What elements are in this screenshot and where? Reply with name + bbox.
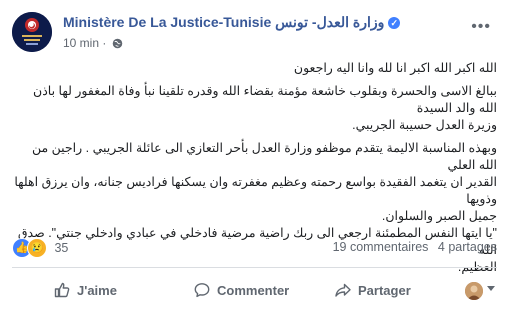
actions-divider bbox=[12, 267, 497, 268]
post-line: وبهذه المناسبة الاليمة يتقدم موظفو وزارة… bbox=[31, 141, 497, 172]
like-label: J'aime bbox=[77, 282, 117, 298]
reaction-as-avatar[interactable] bbox=[465, 282, 483, 300]
sad-reaction-icon: 😢 bbox=[27, 238, 47, 258]
reactions-count: 35 bbox=[54, 241, 69, 255]
post-line: وزيرة العدل حسيبة الجريبي. bbox=[352, 118, 497, 132]
comments-count-link[interactable]: 19 commentaires bbox=[333, 240, 429, 254]
comment-label: Commenter bbox=[217, 282, 290, 298]
more-options-icon[interactable]: ••• bbox=[471, 18, 491, 36]
comment-button[interactable]: Commenter bbox=[194, 272, 289, 308]
globe-icon[interactable] bbox=[112, 38, 123, 52]
page-avatar[interactable] bbox=[12, 12, 52, 52]
post-line: القدير ان يتغمد الفقيدة بواسع رحمته وعظي… bbox=[14, 175, 497, 206]
post-line: جميل الصبر والسلوان. bbox=[381, 209, 497, 223]
verified-badge-icon: ✓ bbox=[388, 17, 401, 29]
facebook-post: Ministère De La Justice-Tunisie وزارة ال… bbox=[0, 0, 509, 316]
post-timestamp[interactable]: 10 min bbox=[63, 36, 99, 50]
meta-separator: · bbox=[102, 36, 107, 50]
page-name-link[interactable]: Ministère De La Justice-Tunisie وزارة ال… bbox=[63, 14, 402, 31]
shares-count-link[interactable]: 4 partages bbox=[438, 240, 497, 254]
comment-icon bbox=[194, 283, 210, 298]
post-line: الله اكبر الله اكبر انا لله وانا اليه را… bbox=[293, 61, 497, 75]
post-line: ببالغ الاسى والحسرة وبقلوب خاشعة مؤمنة ب… bbox=[33, 84, 497, 115]
post-header: Ministère De La Justice-Tunisie وزارة ال… bbox=[12, 12, 497, 56]
reactions-summary[interactable]: 👍😢 35 bbox=[12, 238, 68, 258]
page-name-text: Ministère De La Justice-Tunisie وزارة ال… bbox=[63, 14, 385, 30]
post-meta: 10 min · bbox=[63, 36, 123, 52]
thumbs-up-icon bbox=[54, 282, 70, 298]
post-stats: 👍😢 35 19 commentaires 4 partages bbox=[12, 238, 497, 258]
post-actions: J'aime Commenter Partager bbox=[12, 272, 497, 308]
share-label: Partager bbox=[358, 282, 411, 298]
share-button[interactable]: Partager bbox=[335, 272, 411, 308]
like-button[interactable]: J'aime bbox=[54, 272, 117, 308]
engagement-counts: 19 commentaires 4 partages bbox=[333, 240, 497, 254]
share-arrow-icon bbox=[335, 283, 351, 297]
chevron-down-icon[interactable] bbox=[487, 286, 495, 291]
